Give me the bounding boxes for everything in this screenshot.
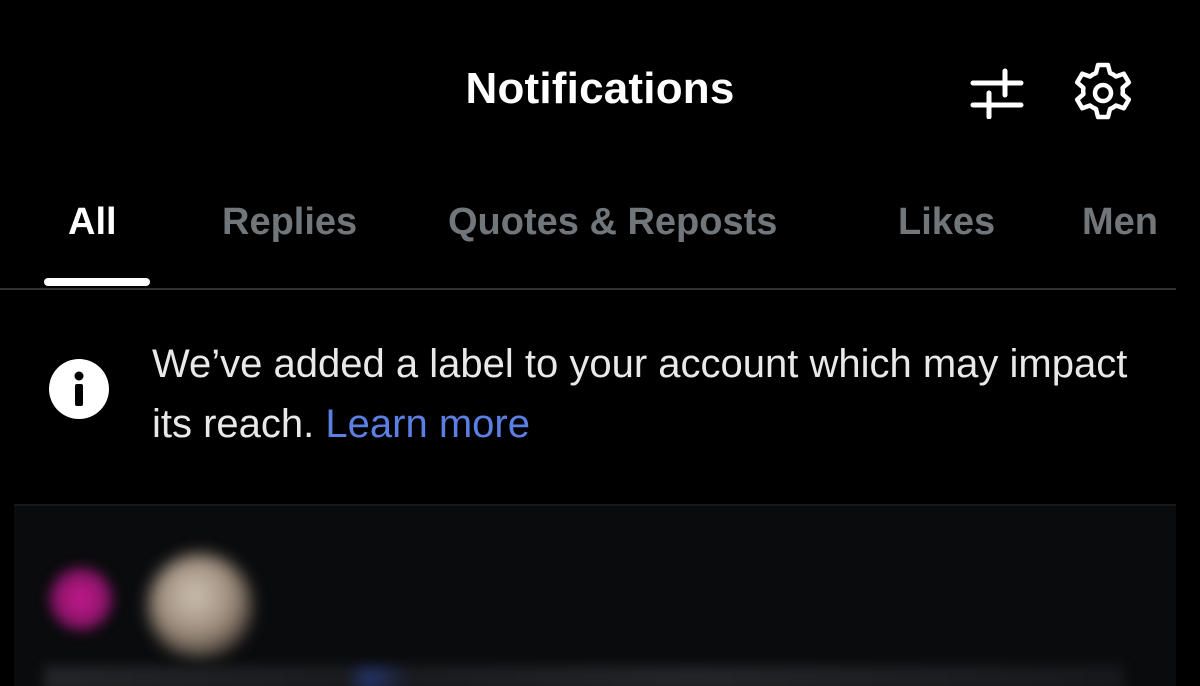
notice-message: We’ve added a label to your account whic… bbox=[152, 334, 1152, 454]
learn-more-link[interactable]: Learn more bbox=[325, 402, 530, 446]
active-tab-indicator bbox=[44, 278, 150, 286]
tab-replies[interactable]: Replies bbox=[222, 196, 357, 266]
account-label-notice: We’ve added a label to your account whic… bbox=[0, 292, 1200, 500]
gear-icon bbox=[1074, 62, 1132, 120]
sliders-icon bbox=[970, 68, 1024, 119]
notification-type-icon bbox=[48, 566, 114, 632]
notifications-screen: Notifications All Replies Quotes & Repos… bbox=[0, 0, 1200, 686]
notification-item[interactable] bbox=[14, 504, 1176, 686]
info-icon bbox=[49, 359, 109, 419]
filter-button[interactable] bbox=[962, 58, 1032, 128]
tabs-divider bbox=[0, 288, 1176, 290]
header: Notifications bbox=[0, 0, 1200, 180]
notification-preview-text bbox=[44, 666, 1124, 686]
tab-all[interactable]: All bbox=[68, 196, 117, 266]
settings-button[interactable] bbox=[1068, 58, 1138, 128]
tab-bar: All Replies Quotes & Reposts Likes Men bbox=[0, 188, 1200, 288]
tab-mentions[interactable]: Men bbox=[1082, 196, 1158, 266]
tab-likes[interactable]: Likes bbox=[898, 196, 995, 266]
tab-quotes-reposts[interactable]: Quotes & Reposts bbox=[448, 196, 777, 266]
avatar bbox=[148, 554, 252, 658]
notice-text: We’ve added a label to your account whic… bbox=[152, 342, 1128, 446]
